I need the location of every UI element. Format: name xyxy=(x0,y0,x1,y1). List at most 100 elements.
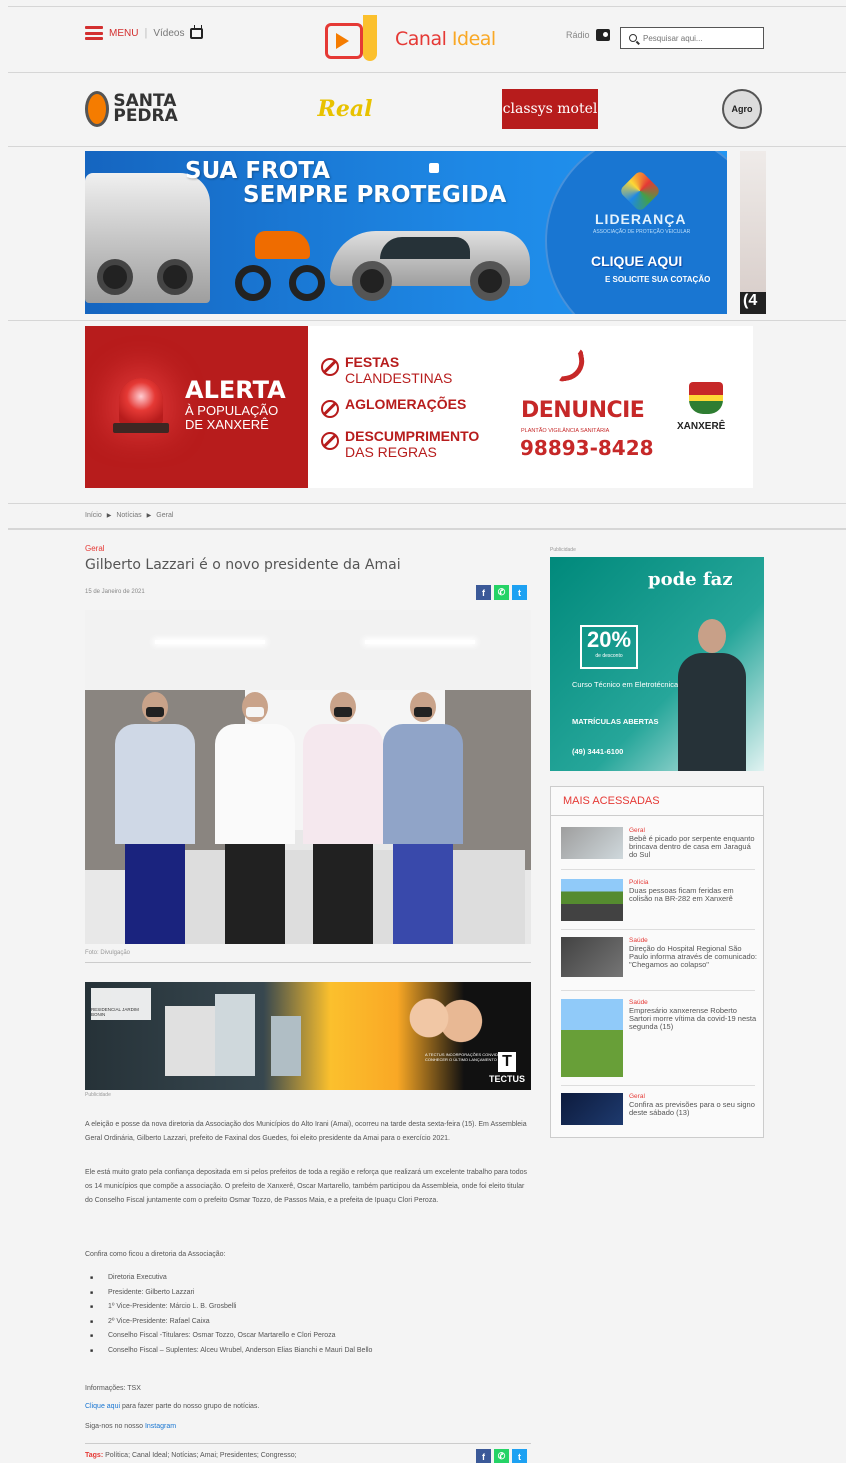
article-category[interactable]: Geral xyxy=(85,544,105,553)
news-thumbnail[interactable] xyxy=(561,1093,623,1125)
tv-icon[interactable] xyxy=(190,24,204,39)
alerta-items: FESTAS CLANDESTINAS AGLOMERAÇÕES DESCUMPR… xyxy=(321,354,479,470)
tags-list[interactable]: Política; Canal Ideal; Notícias; Amai; P… xyxy=(105,1452,296,1459)
twitter-share-icon[interactable]: t xyxy=(512,585,527,600)
twitter-share-icon[interactable]: t xyxy=(512,1449,527,1463)
menu-button[interactable]: MENU xyxy=(109,28,138,39)
sponsor-classys[interactable]: classys motel xyxy=(502,89,598,129)
article-photo xyxy=(85,610,531,944)
photo-caption: Foto: Divulgação xyxy=(85,950,131,956)
sidebar-ad-senai[interactable]: pode faz 20% de desconto Curso Técnico em… xyxy=(550,557,764,771)
ad-slogan: pode faz xyxy=(648,569,733,590)
share-buttons-bottom: f ✆ t xyxy=(476,1449,527,1463)
most-read-item[interactable]: Saúde Direção do Hospital Regional São Pa… xyxy=(561,937,757,977)
ad-banner-frota[interactable]: SUA FROTA SEMPRE PROTEGIDA LIDERANÇA ASSO… xyxy=(85,151,727,314)
radio-label[interactable]: Rádio xyxy=(566,30,590,40)
breadcrumb-home[interactable]: Início xyxy=(85,512,102,519)
board-list: Diretoria Executiva Presidente: Gilberto… xyxy=(90,1271,372,1358)
tags-divider xyxy=(85,1443,531,1444)
article-source: Informações: TSX xyxy=(85,1385,141,1392)
ad-brand-name: LIDERANÇA xyxy=(595,211,687,227)
site-logo[interactable]: Canal Ideal xyxy=(325,15,496,63)
alerta-item: AGLOMERAÇÕES xyxy=(321,396,479,418)
news-thumbnail[interactable] xyxy=(561,937,623,977)
most-read-item[interactable]: Geral Confira as previsões para o seu sig… xyxy=(561,1093,757,1125)
search-input[interactable] xyxy=(643,33,753,43)
building-image xyxy=(271,1016,301,1076)
radio-icon[interactable] xyxy=(595,29,610,41)
group-invite: Clique aqui para fazer parte do nosso gr… xyxy=(85,1403,260,1410)
phone-icon xyxy=(552,347,588,383)
tectus-t-icon: T xyxy=(498,1052,516,1072)
sponsor-real[interactable]: Real xyxy=(300,86,390,132)
santa-pedra-logo-icon xyxy=(85,91,110,127)
top-divider xyxy=(8,6,846,7)
facebook-share-icon[interactable]: f xyxy=(476,1449,491,1463)
whatsapp-share-icon[interactable]: ✆ xyxy=(494,585,509,600)
ad-brand-sub: ASSOCIAÇÃO DE PROTEÇÃO VEICULAR xyxy=(593,229,691,235)
news-thumbnail[interactable] xyxy=(561,879,623,921)
ad-residencial-logo: RESIDENCIAL JARDIM BONIN xyxy=(91,988,151,1020)
most-read-title: MAIS ACESSADAS xyxy=(563,795,660,807)
most-read-item[interactable]: Saúde Empresário xanxerense Roberto Sarto… xyxy=(561,999,757,1077)
banner-divider xyxy=(8,320,846,321)
chevron-right-icon: ▶ xyxy=(146,513,152,519)
ad-banner-tectus[interactable]: RESIDENCIAL JARDIM BONIN A TECTUS INCORP… xyxy=(85,982,531,1090)
sponsors-divider xyxy=(8,146,846,147)
list-item: Presidente: Gilberto Lazzari xyxy=(90,1286,372,1301)
most-read-item[interactable]: Geral Bebê é picado por serpente enquanto… xyxy=(561,827,757,859)
ad-peek-right[interactable]: (4 xyxy=(740,151,766,314)
building-image xyxy=(215,994,255,1076)
radio-link[interactable]: Rádio xyxy=(566,29,610,41)
ad-banner-alerta[interactable]: ALERTA À POPULAÇÃO DE XANXERÊ FESTAS CLAND… xyxy=(85,326,753,488)
denuncie-phone: 98893-8428 xyxy=(520,436,654,460)
breadcrumb: Início ▶ Notícias ▶ Geral xyxy=(85,512,173,519)
news-thumbnail[interactable] xyxy=(561,999,623,1077)
xanxere-label: XANXERÊ xyxy=(677,421,726,432)
sponsor-round-logo[interactable]: Agro xyxy=(722,89,762,129)
xanxere-coat-of-arms-icon xyxy=(689,382,723,414)
videos-label[interactable]: Vídeos xyxy=(153,28,184,39)
facebook-share-icon[interactable]: f xyxy=(476,585,491,600)
alerta-subtitle: À POPULAÇÃO DE XANXERÊ xyxy=(185,403,279,432)
lock-icon xyxy=(429,163,439,173)
whatsapp-share-icon[interactable]: ✆ xyxy=(494,1449,509,1463)
sponsor-santa-pedra-name: SANTA PEDRA xyxy=(113,91,178,126)
instagram-link[interactable]: Instagram xyxy=(145,1423,176,1430)
breadcrumb-top-divider xyxy=(8,503,846,504)
alerta-item: DESCUMPRIMENTO DAS REGRAS xyxy=(321,428,479,460)
sponsor-santa-pedra[interactable]: SANTA PEDRA xyxy=(85,86,195,132)
breadcrumb-current[interactable]: Geral xyxy=(156,512,173,519)
list-item: Diretoria Executiva xyxy=(90,1271,372,1286)
list-item: 1º Vice-Presidente: Márcio L. B. Grosbel… xyxy=(90,1300,372,1315)
ad-discount: 20% de desconto xyxy=(580,625,638,669)
prohibited-icon xyxy=(321,432,339,450)
hamburger-icon[interactable] xyxy=(85,26,103,40)
prohibited-icon xyxy=(321,400,339,418)
ad-frota-headline: SUA FROTA SEMPRE PROTEGIDA xyxy=(185,158,507,208)
search-icon[interactable] xyxy=(629,34,637,42)
videos-link[interactable]: Vídeos xyxy=(153,24,204,39)
breadcrumb-news[interactable]: Notícias xyxy=(116,512,141,519)
ad-enrollment: MATRÍCULAS ABERTAS xyxy=(572,717,659,726)
alerta-item: FESTAS CLANDESTINAS xyxy=(321,354,479,386)
logo-text: Canal Ideal xyxy=(395,28,496,50)
ad-cta-button[interactable]: CLIQUE AQUI xyxy=(591,253,682,269)
search-box[interactable] xyxy=(620,27,764,49)
sidebar-ad-label: Publicidade xyxy=(550,547,576,553)
article-paragraph: A eleição e posse da nova diretoria da A… xyxy=(85,1121,527,1142)
most-read-item[interactable]: Polícia Duas pessoas ficam feridas em col… xyxy=(561,879,757,921)
news-thumbnail[interactable] xyxy=(561,827,623,859)
breadcrumb-bottom-divider xyxy=(8,528,846,530)
share-buttons-top: f ✆ t xyxy=(476,585,527,600)
alerta-title: ALERTA xyxy=(185,376,286,404)
group-link[interactable]: Clique aqui xyxy=(85,1403,120,1410)
article-paragraph: Ele está muito grato pela confiança depo… xyxy=(85,1169,528,1204)
sponsor-classys-name: classys motel xyxy=(502,101,598,117)
list-item: Conselho Fiscal -Titulares: Osmar Tozzo,… xyxy=(90,1329,372,1344)
menu-separator: | xyxy=(144,27,148,39)
sponsor-round-name: Agro xyxy=(731,104,753,114)
caption-divider xyxy=(85,962,531,963)
chevron-right-icon: ▶ xyxy=(106,513,112,519)
denuncie-title: DENUNCIE xyxy=(521,398,645,423)
